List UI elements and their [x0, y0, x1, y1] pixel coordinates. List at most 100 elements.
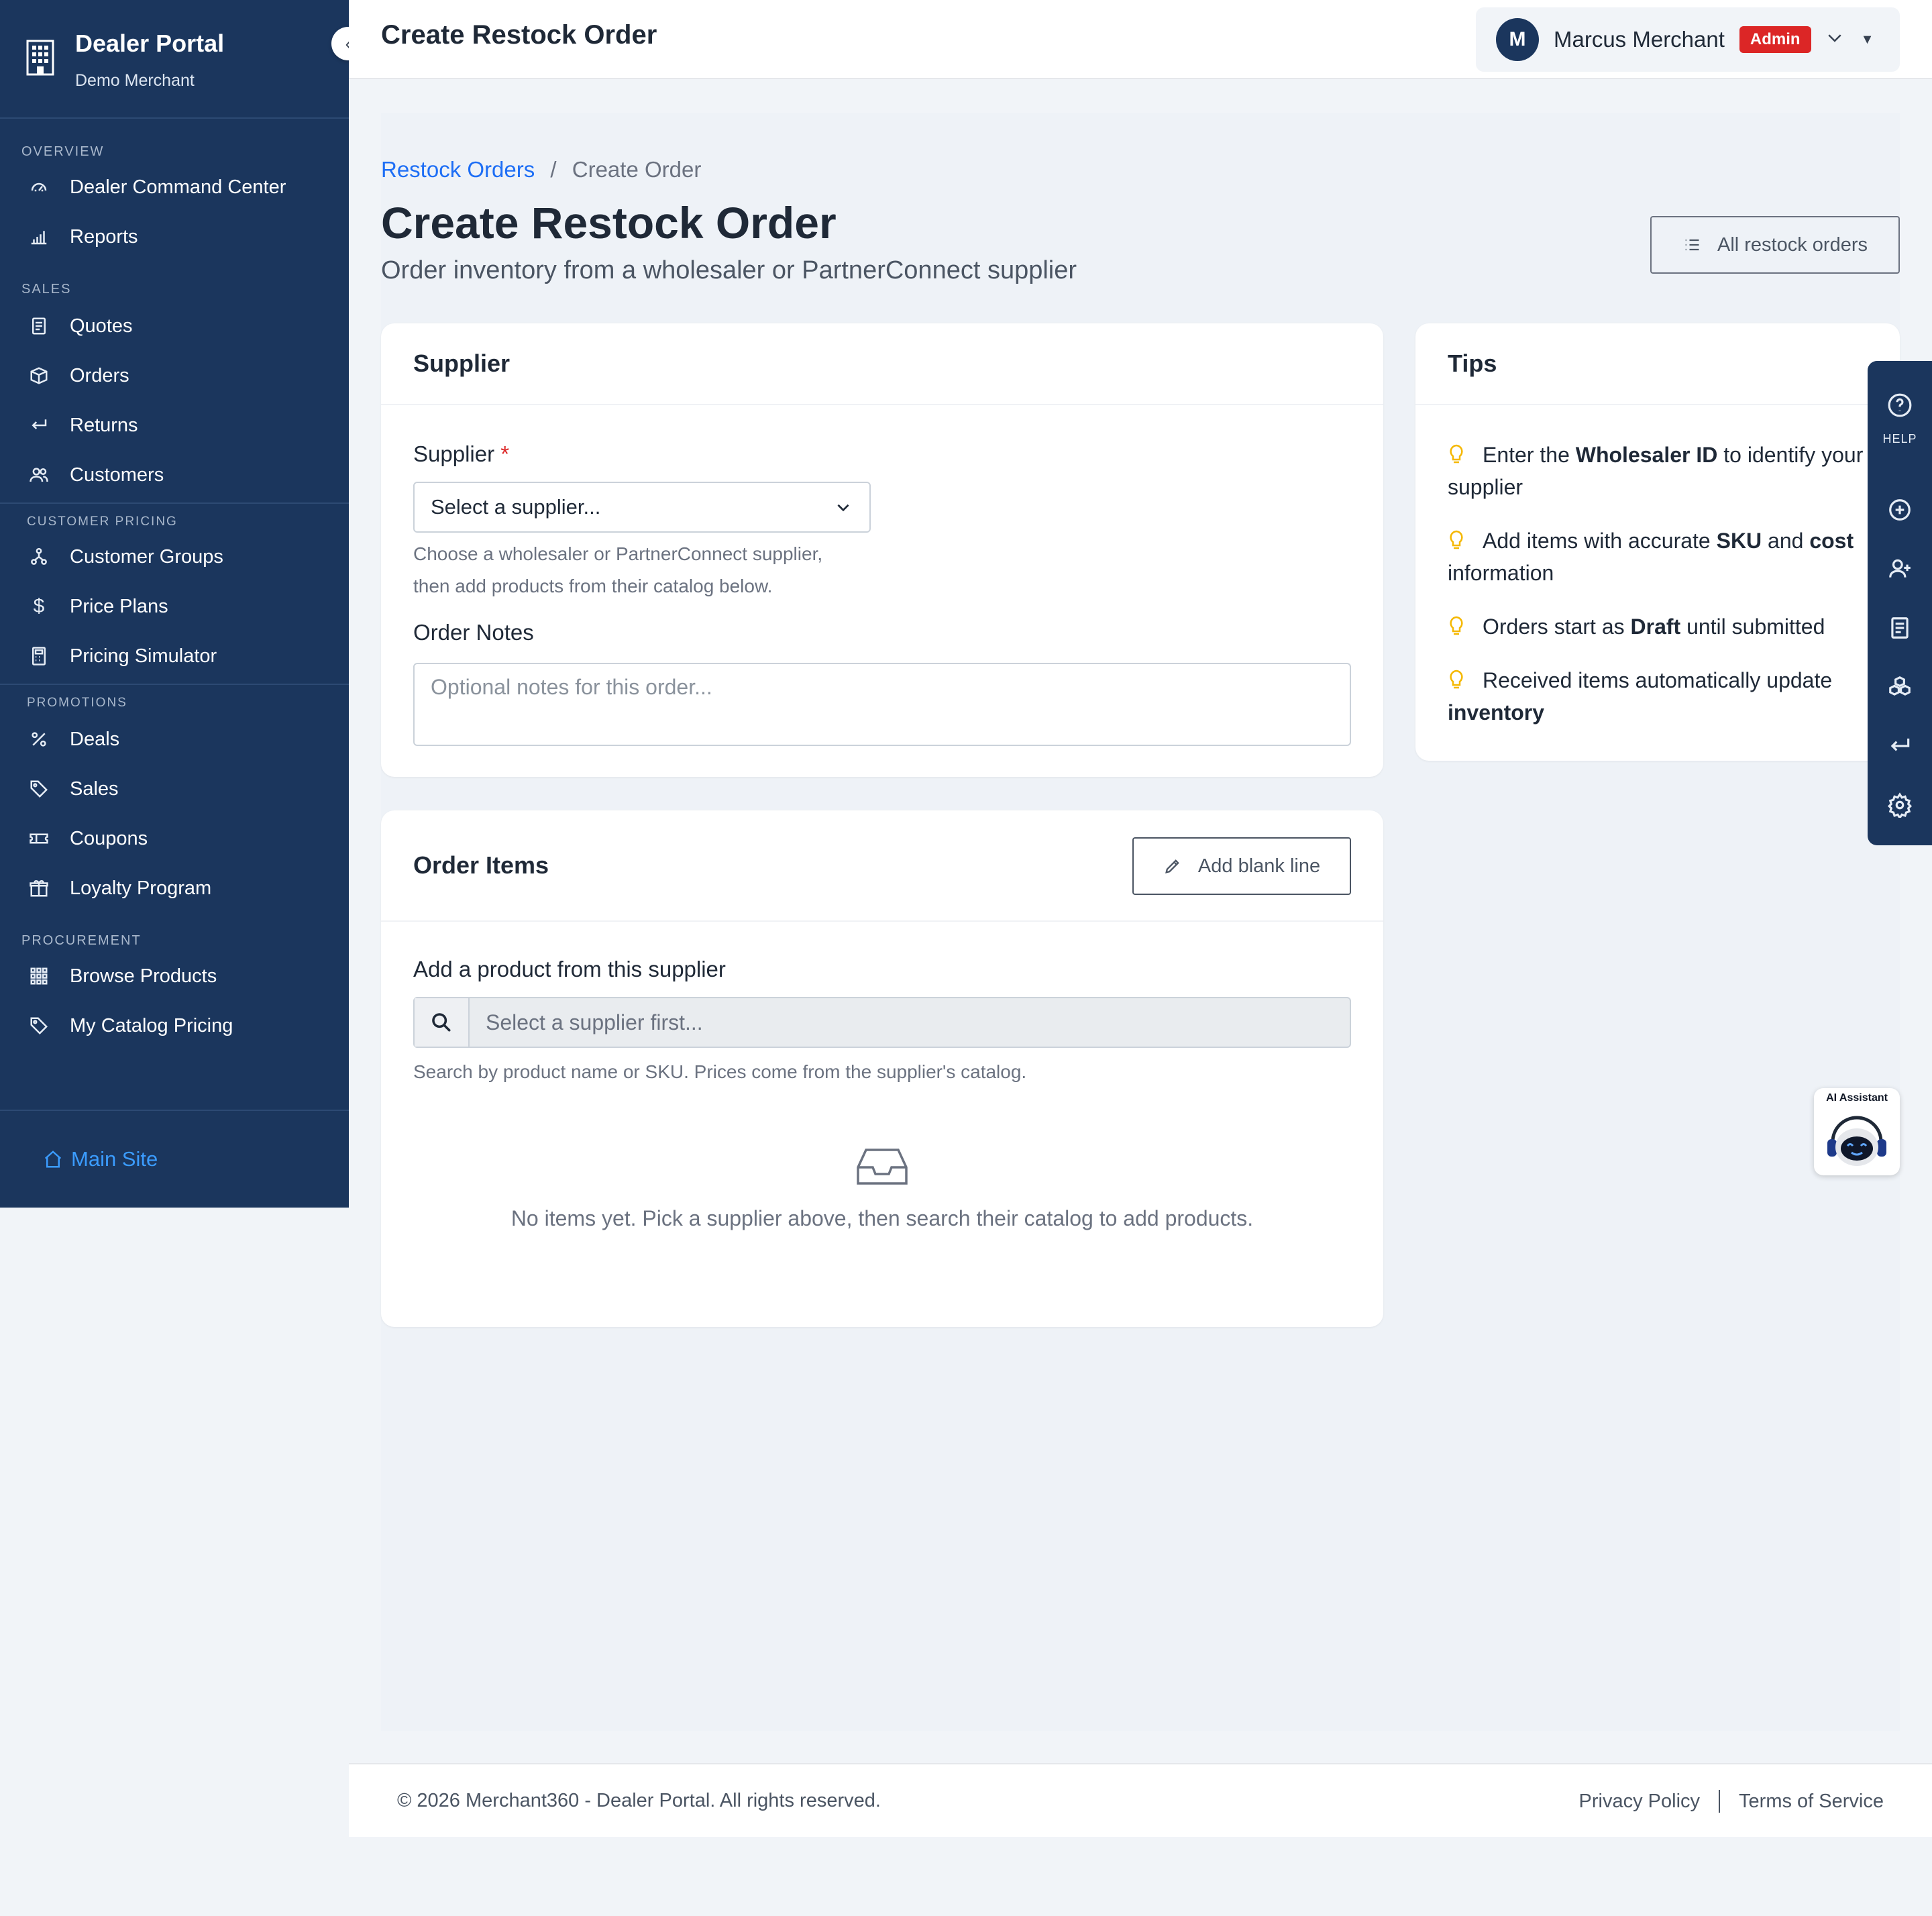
sidebar-item-customer-groups[interactable]: Customer Groups: [0, 532, 349, 582]
sidebar-item-label: Loyalty Program: [70, 877, 212, 899]
list-icon: [1685, 239, 1699, 251]
required-mark: *: [500, 441, 510, 466]
tip-text: Enter the: [1483, 443, 1576, 467]
order-notes-textarea[interactable]: Optional notes for this order...: [413, 663, 1351, 746]
add-blank-line-button[interactable]: Add blank line: [1132, 837, 1351, 895]
all-restock-orders-button[interactable]: All restock orders: [1650, 216, 1900, 274]
ai-assistant-button[interactable]: AI Assistant: [1814, 1088, 1900, 1175]
user-name: Marcus Merchant: [1554, 27, 1725, 52]
ticket-icon: [28, 828, 50, 849]
supplier-card: Supplier Supplier * Select a supplier...…: [381, 323, 1383, 777]
rail-add-customer-button[interactable]: [1868, 549, 1932, 589]
sidebar-item-returns[interactable]: Returns: [0, 401, 349, 450]
ai-assistant-label: AI Assistant: [1826, 1092, 1888, 1104]
help-label: HELP: [1882, 432, 1917, 445]
section-label-promotions: PROMOTIONS: [27, 696, 127, 710]
percent-icon: [28, 729, 50, 750]
supplier-select-value: Select a supplier...: [431, 495, 601, 519]
sidebar-item-label: Sales: [70, 778, 119, 800]
supplier-help-line: then add products from their catalog bel…: [413, 576, 773, 596]
sidebar-item-my-catalog-pricing[interactable]: My Catalog Pricing: [0, 1001, 349, 1051]
supplier-select[interactable]: Select a supplier...: [413, 482, 871, 533]
pencil-icon: [1165, 859, 1179, 873]
empty-state-text: No items yet. Pick a supplier above, the…: [511, 1206, 1254, 1230]
sidebar-item-label: Reports: [70, 225, 138, 248]
sidebar-item-label: Pricing Simulator: [70, 645, 217, 667]
sidebar-item-reports[interactable]: Reports: [0, 212, 349, 262]
robot-icon: [1823, 1108, 1890, 1173]
sidebar-item-orders[interactable]: Orders: [0, 351, 349, 401]
sidebar-item-deals[interactable]: Deals: [0, 714, 349, 764]
section-label-customer-pricing: CUSTOMER PRICING: [27, 515, 178, 529]
product-search-group: Select a supplier first...: [413, 997, 1351, 1048]
main-site-label: Main Site: [71, 1147, 158, 1171]
boxes-icon: [1889, 676, 1911, 696]
order-notes-label: Order Notes: [413, 620, 534, 645]
sidebar-item-label: Deals: [70, 728, 120, 750]
diagram-icon: [28, 546, 50, 568]
search-addon: [415, 998, 470, 1047]
role-badge: Admin: [1739, 26, 1811, 53]
sidebar-item-dealer-command-center[interactable]: Dealer Command Center: [0, 162, 349, 212]
gear-icon: [1887, 792, 1913, 818]
sidebar-item-label: Returns: [70, 414, 138, 436]
chevron-down-icon: [837, 504, 849, 512]
sidebar-item-browse-products[interactable]: Browse Products: [0, 951, 349, 1001]
help-rail: HELP: [1868, 361, 1932, 845]
header-title: Create Restock Order: [381, 20, 657, 50]
document-icon: [28, 315, 50, 337]
supplier-field-label: Supplier *: [413, 441, 509, 467]
privacy-policy-link[interactable]: Privacy Policy: [1579, 1791, 1701, 1813]
tip-text: until submitted: [1680, 615, 1825, 639]
inbox-icon: [855, 1146, 909, 1186]
sidebar-item-sales[interactable]: Sales: [0, 764, 349, 814]
help-button[interactable]: [1868, 385, 1932, 425]
tip-item: Enter the Wholesaler ID to identify your…: [1448, 439, 1877, 503]
product-search-input[interactable]: Select a supplier first...: [470, 998, 1350, 1047]
footer: © 2026 Merchant360 - Dealer Portal. All …: [349, 1763, 1932, 1837]
breadcrumb-separator: /: [550, 157, 557, 182]
sidebar-item-quotes[interactable]: Quotes: [0, 301, 349, 351]
rail-settings-button[interactable]: [1868, 785, 1932, 825]
avatar: M: [1496, 18, 1539, 61]
home-icon: [44, 1151, 62, 1168]
supplier-help-line: Choose a wholesaler or PartnerConnect su…: [413, 543, 823, 564]
user-menu[interactable]: M Marcus Merchant Admin ▼: [1476, 7, 1900, 72]
box-icon: [28, 365, 50, 386]
top-bar: Create Restock Order M Marcus Merchant A…: [349, 0, 1932, 79]
sidebar-item-pricing-simulator[interactable]: Pricing Simulator: [0, 631, 349, 681]
main-site-link[interactable]: Main Site: [0, 1110, 349, 1208]
order-items-card: Order Items Add blank line Add a product…: [381, 810, 1383, 1327]
building-icon: [25, 39, 55, 76]
tags-icon: [28, 1015, 50, 1036]
rail-inventory-button[interactable]: [1868, 667, 1932, 707]
tip-text: Add items with accurate: [1483, 529, 1717, 553]
sidebar-item-coupons[interactable]: Coupons: [0, 814, 349, 863]
tips-card: Tips Enter the Wholesaler ID to identify…: [1415, 323, 1900, 761]
return-icon: [28, 415, 50, 436]
tag-icon: [28, 778, 50, 800]
document-icon: [1891, 617, 1909, 639]
footer-copyright: © 2026 Merchant360 - Dealer Portal. All …: [397, 1790, 881, 1811]
rail-document-button[interactable]: [1868, 608, 1932, 648]
all-restock-orders-label: All restock orders: [1717, 233, 1868, 256]
breadcrumb-link-restock-orders[interactable]: Restock Orders: [381, 157, 535, 182]
product-search-help: Search by product name or SKU. Prices co…: [413, 1061, 1027, 1082]
rail-new-button[interactable]: [1868, 490, 1932, 530]
rail-returns-button[interactable]: [1868, 726, 1932, 766]
sidebar-item-customers[interactable]: Customers: [0, 450, 349, 500]
terms-of-service-link[interactable]: Terms of Service: [1739, 1791, 1884, 1813]
help-circle-icon: [1888, 393, 1912, 417]
bar-chart-icon: [28, 226, 50, 248]
tip-item: Add items with accurate SKU and cost inf…: [1448, 525, 1877, 589]
sidebar-item-price-plans[interactable]: $ Price Plans: [0, 582, 349, 631]
tip-bold: SKU: [1716, 529, 1762, 553]
chevron-down-icon: [1825, 28, 1845, 52]
sidebar-item-loyalty-program[interactable]: Loyalty Program: [0, 863, 349, 913]
tip-item: Orders start as Draft until submitted: [1448, 610, 1877, 643]
user-plus-icon: [1889, 559, 1911, 578]
breadcrumb-current: Create Order: [572, 157, 702, 182]
section-label-procurement: PROCUREMENT: [21, 933, 142, 948]
supplier-card-title: Supplier: [381, 323, 1383, 405]
tip-text: information: [1448, 561, 1554, 585]
